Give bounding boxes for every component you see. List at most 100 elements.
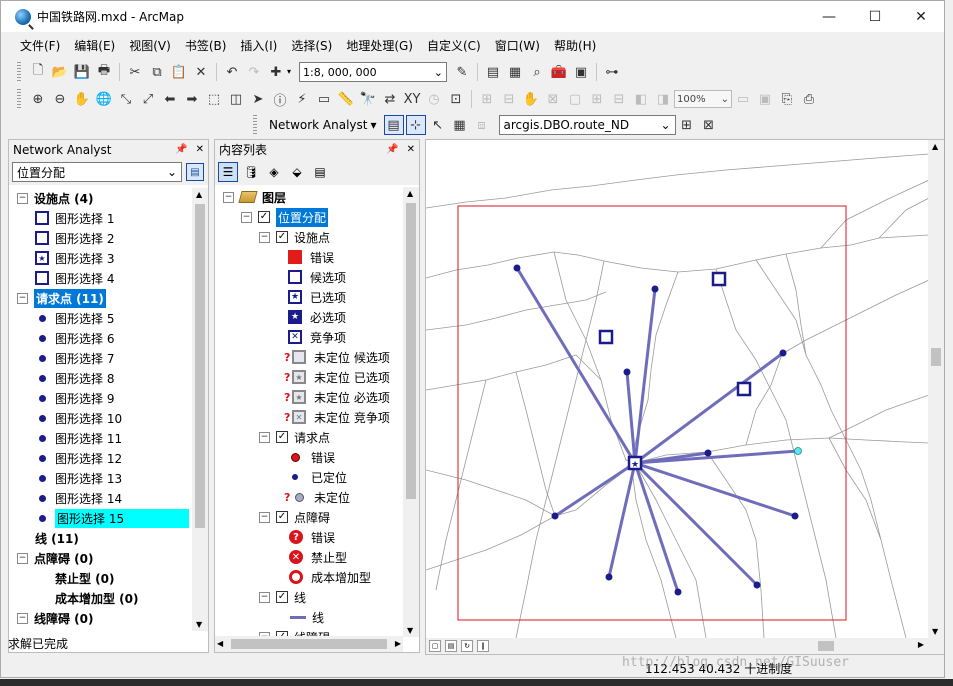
python-window-icon[interactable]: ▣ — [571, 62, 591, 82]
menu-edit[interactable]: 编辑(E) — [67, 37, 122, 54]
fixed-zoom-in-icon[interactable]: ⤡ — [116, 89, 136, 109]
cut-icon[interactable]: ✂ — [125, 62, 145, 82]
fixed-zoom-out-icon[interactable]: ⤢ — [138, 89, 158, 109]
toolbar-grip[interactable] — [253, 115, 257, 135]
horizontal-scrollbar[interactable]: ◀ ▶ — [215, 636, 403, 652]
demand-point[interactable] — [791, 512, 799, 520]
pin-icon[interactable]: 📌 — [386, 144, 398, 155]
solve-icon[interactable]: ▦ — [450, 115, 470, 135]
menu-customize[interactable]: 自定义(C) — [420, 37, 488, 54]
layout-back-icon[interactable]: ◧ — [631, 89, 651, 109]
expand-icon[interactable]: − — [17, 612, 28, 624]
toc-sublayer-facilities[interactable]: − ✓ 设施点 — [215, 227, 403, 247]
map-scale-combo[interactable]: 1:8, 000, 000 ⌄ — [299, 62, 447, 82]
scroll-thumb[interactable] — [406, 203, 416, 499]
map-horizontal-scrollbar[interactable]: ▢ ▤ ↻ ‖ ▶ — [426, 638, 944, 654]
list-item[interactable]: 禁止型 (0) — [9, 568, 192, 588]
measure-icon[interactable]: 📏 — [336, 89, 356, 109]
scroll-down-icon[interactable]: ▼ — [407, 626, 413, 635]
facility-candidate[interactable] — [711, 271, 727, 287]
scroll-thumb[interactable] — [818, 641, 834, 651]
list-item[interactable]: 图形选择 7 — [9, 348, 192, 368]
editor-toolbar-icon[interactable]: ✎ — [452, 62, 472, 82]
arctoolbox-icon[interactable]: 🧰 — [549, 62, 569, 82]
collapse-icon[interactable]: − — [17, 292, 28, 304]
layout-fixed-zoom-out-icon[interactable]: ⊟ — [609, 89, 629, 109]
minimize-button[interactable]: — — [806, 1, 852, 32]
find-route-icon[interactable]: ⇄ — [380, 89, 400, 109]
menu-help[interactable]: 帮助(H) — [547, 37, 603, 54]
menu-geoprocessing[interactable]: 地理处理(G) — [339, 37, 420, 54]
list-item[interactable]: 图形选择 9 — [9, 388, 192, 408]
demand-point[interactable] — [623, 368, 631, 376]
create-network-location-icon[interactable]: ⊹ — [405, 115, 426, 135]
close-button[interactable]: ✕ — [898, 1, 944, 32]
menu-windows[interactable]: 窗口(W) — [488, 37, 547, 54]
data-view-button[interactable]: ▢ — [429, 640, 441, 652]
analysis-layer-select[interactable]: 位置分配 ⌄ — [12, 162, 182, 182]
identify-icon[interactable]: ⓘ — [270, 89, 290, 109]
toc-sublayer-point-barriers[interactable]: − ✓ 点障碍 — [215, 507, 403, 527]
close-icon[interactable]: ✕ — [407, 144, 415, 155]
toggle-draft-mode-icon[interactable]: ▭ — [733, 89, 753, 109]
add-data-dropdown-icon[interactable]: ▾ — [287, 68, 295, 76]
scroll-left-icon[interactable]: ◀ — [217, 639, 223, 648]
demand-point[interactable] — [674, 588, 682, 596]
zoom-in-icon[interactable]: ⊕ — [28, 89, 48, 109]
vertical-scrollbar[interactable]: ▲ ▼ — [192, 188, 208, 631]
time-slider-icon[interactable]: ◷ — [424, 89, 444, 109]
toolbar-grip[interactable] — [17, 62, 21, 82]
facility-candidate[interactable] — [736, 381, 752, 397]
list-item[interactable]: ★ 图形选择 3 — [9, 248, 192, 268]
paste-icon[interactable]: 📋 — [169, 62, 189, 82]
layout-fixed-zoom-in-icon[interactable]: ⊞ — [587, 89, 607, 109]
list-item[interactable]: 成本增加型 (0) — [9, 588, 192, 608]
undo-icon[interactable]: ↶ — [222, 62, 242, 82]
layer-visibility-checkbox[interactable]: ✓ — [276, 231, 288, 243]
hyperlink-icon[interactable]: ⚡ — [292, 89, 312, 109]
model-builder-icon[interactable]: ⊶ — [602, 62, 622, 82]
redo-icon[interactable]: ↷ — [244, 62, 264, 82]
demand-point[interactable] — [551, 512, 559, 520]
directions-icon[interactable]: ⊠ — [699, 115, 719, 135]
html-popup-icon[interactable]: ▭ — [314, 89, 334, 109]
demand-point[interactable] — [605, 573, 613, 581]
change-layout-icon[interactable]: ⎘ — [777, 89, 797, 109]
list-item[interactable]: 图形选择 1 — [9, 208, 192, 228]
maximize-button[interactable]: ☐ — [852, 1, 898, 32]
pin-icon[interactable]: 📌 — [175, 144, 187, 155]
vertical-scrollbar[interactable]: ▲ ▼ — [403, 187, 419, 637]
layout-zoom-combo[interactable]: 100% ⌄ — [674, 90, 732, 108]
collapse-icon[interactable]: − — [17, 192, 28, 204]
delete-icon[interactable]: ✕ — [191, 62, 211, 82]
tree-group-demand[interactable]: − 请求点 (11) — [9, 288, 192, 308]
forward-extent-icon[interactable]: ➡ — [182, 89, 202, 109]
network-analyst-window-icon[interactable]: ▤ — [383, 115, 404, 135]
toc-sublayer-demand[interactable]: − ✓ 请求点 — [215, 427, 403, 447]
refresh-button[interactable]: ↻ — [461, 640, 473, 652]
catalog-window-icon[interactable]: ▦ — [505, 62, 525, 82]
list-item[interactable]: 图形选择 8 — [9, 368, 192, 388]
toolbar-grip[interactable] — [17, 89, 21, 109]
demand-point[interactable] — [704, 449, 712, 457]
list-item[interactable]: 图形选择 5 — [9, 308, 192, 328]
collapse-icon[interactable]: − — [259, 431, 270, 443]
open-icon[interactable]: 📂 — [50, 62, 70, 82]
list-item[interactable]: 图形选择 4 — [9, 268, 192, 288]
network-dataset-combo[interactable]: arcgis.DBO.route_ND ⌄ — [498, 115, 676, 135]
menu-view[interactable]: 视图(V) — [122, 37, 178, 54]
list-item[interactable]: 图形选择 12 — [9, 448, 192, 468]
demand-point[interactable] — [651, 285, 659, 293]
toc-layer[interactable]: − ✓ 位置分配 — [215, 207, 403, 227]
collapse-icon[interactable]: − — [259, 591, 270, 603]
scroll-down-icon[interactable]: ▼ — [196, 620, 202, 629]
map-canvas[interactable]: ★ — [426, 140, 929, 638]
tree-group-lines[interactable]: 线 (11) — [9, 528, 192, 548]
collapse-icon[interactable]: − — [259, 231, 270, 243]
toc-sublayer-lines[interactable]: − ✓ 线 — [215, 587, 403, 607]
build-network-icon[interactable]: ⧈ — [472, 115, 492, 135]
layout-view-button[interactable]: ▤ — [445, 640, 457, 652]
select-features-icon[interactable]: ⬚ — [204, 89, 224, 109]
print-icon[interactable]: 🖶 — [94, 62, 114, 82]
save-icon[interactable]: 💾 — [72, 62, 92, 82]
